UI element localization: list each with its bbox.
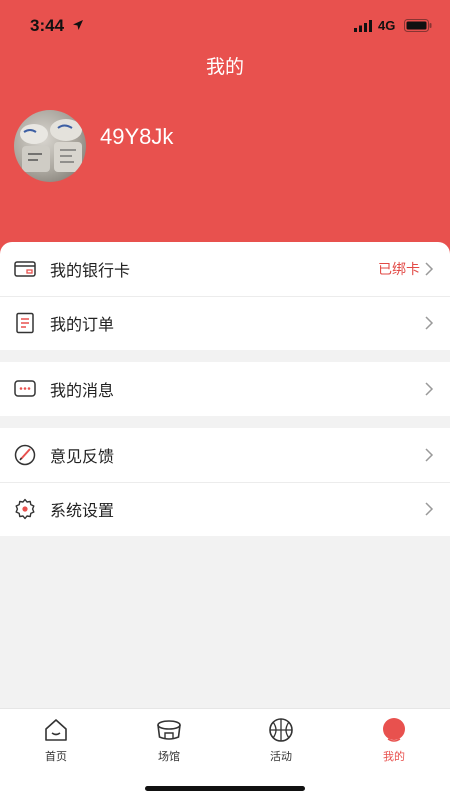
chevron-right-icon bbox=[425, 382, 434, 396]
avatar-image bbox=[20, 119, 82, 172]
network-type: 4G bbox=[378, 18, 396, 33]
status-bar: 3:44 4G bbox=[0, 0, 450, 50]
tab-label: 首页 bbox=[45, 750, 67, 763]
tab-stadium[interactable]: 场馆 bbox=[139, 717, 199, 764]
bank-card-status: 已绑卡 bbox=[378, 262, 420, 278]
basketball-icon bbox=[269, 718, 293, 742]
tab-profile[interactable]: 我的 bbox=[364, 717, 424, 764]
tab-activities[interactable]: 活动 bbox=[251, 717, 311, 764]
chevron-right-icon bbox=[425, 448, 434, 462]
menu-item-orders[interactable]: 我的订单 bbox=[0, 296, 450, 350]
message-icon bbox=[14, 380, 36, 397]
menu-item-label: 系统设置 bbox=[50, 501, 115, 520]
menu-item-feedback[interactable]: 意见反馈 bbox=[0, 428, 450, 482]
home-indicator bbox=[145, 786, 305, 791]
username: 49Y8Jk bbox=[100, 124, 174, 149]
account-section: 我的银行卡 已绑卡 我的订单 bbox=[0, 242, 450, 350]
menu-item-label: 我的订单 bbox=[50, 315, 115, 334]
gear-icon bbox=[15, 498, 35, 520]
tab-label: 我的 bbox=[383, 750, 405, 763]
settings-section: 意见反馈 系统设置 bbox=[0, 428, 450, 536]
menu-item-settings[interactable]: 系统设置 bbox=[0, 482, 450, 536]
tab-label: 场馆 bbox=[158, 750, 180, 763]
menu-item-label: 我的银行卡 bbox=[50, 261, 131, 280]
bank-card-icon bbox=[14, 261, 36, 277]
page-title: 我的 bbox=[205, 56, 244, 78]
tab-home[interactable]: 首页 bbox=[26, 717, 86, 764]
chevron-right-icon bbox=[425, 262, 434, 276]
chevron-right-icon bbox=[425, 502, 434, 516]
order-list-icon bbox=[16, 312, 34, 334]
menu-item-label: 我的消息 bbox=[50, 381, 115, 400]
feedback-icon bbox=[14, 444, 36, 466]
signal-icon bbox=[354, 20, 372, 32]
stadium-icon bbox=[157, 720, 181, 740]
profile-icon bbox=[383, 718, 405, 742]
avatar[interactable] bbox=[14, 110, 86, 182]
status-time: 3:44 bbox=[30, 16, 65, 35]
home-icon bbox=[45, 719, 67, 741]
menu-item-messages[interactable]: 我的消息 bbox=[0, 362, 450, 416]
battery-icon bbox=[404, 19, 432, 32]
menu-item-label: 意见反馈 bbox=[50, 447, 115, 466]
chevron-right-icon bbox=[425, 316, 434, 330]
menu-item-bank-card[interactable]: 我的银行卡 已绑卡 bbox=[0, 242, 450, 296]
message-section: 我的消息 bbox=[0, 362, 450, 416]
tab-label: 活动 bbox=[270, 750, 292, 763]
location-arrow-icon bbox=[73, 20, 83, 30]
